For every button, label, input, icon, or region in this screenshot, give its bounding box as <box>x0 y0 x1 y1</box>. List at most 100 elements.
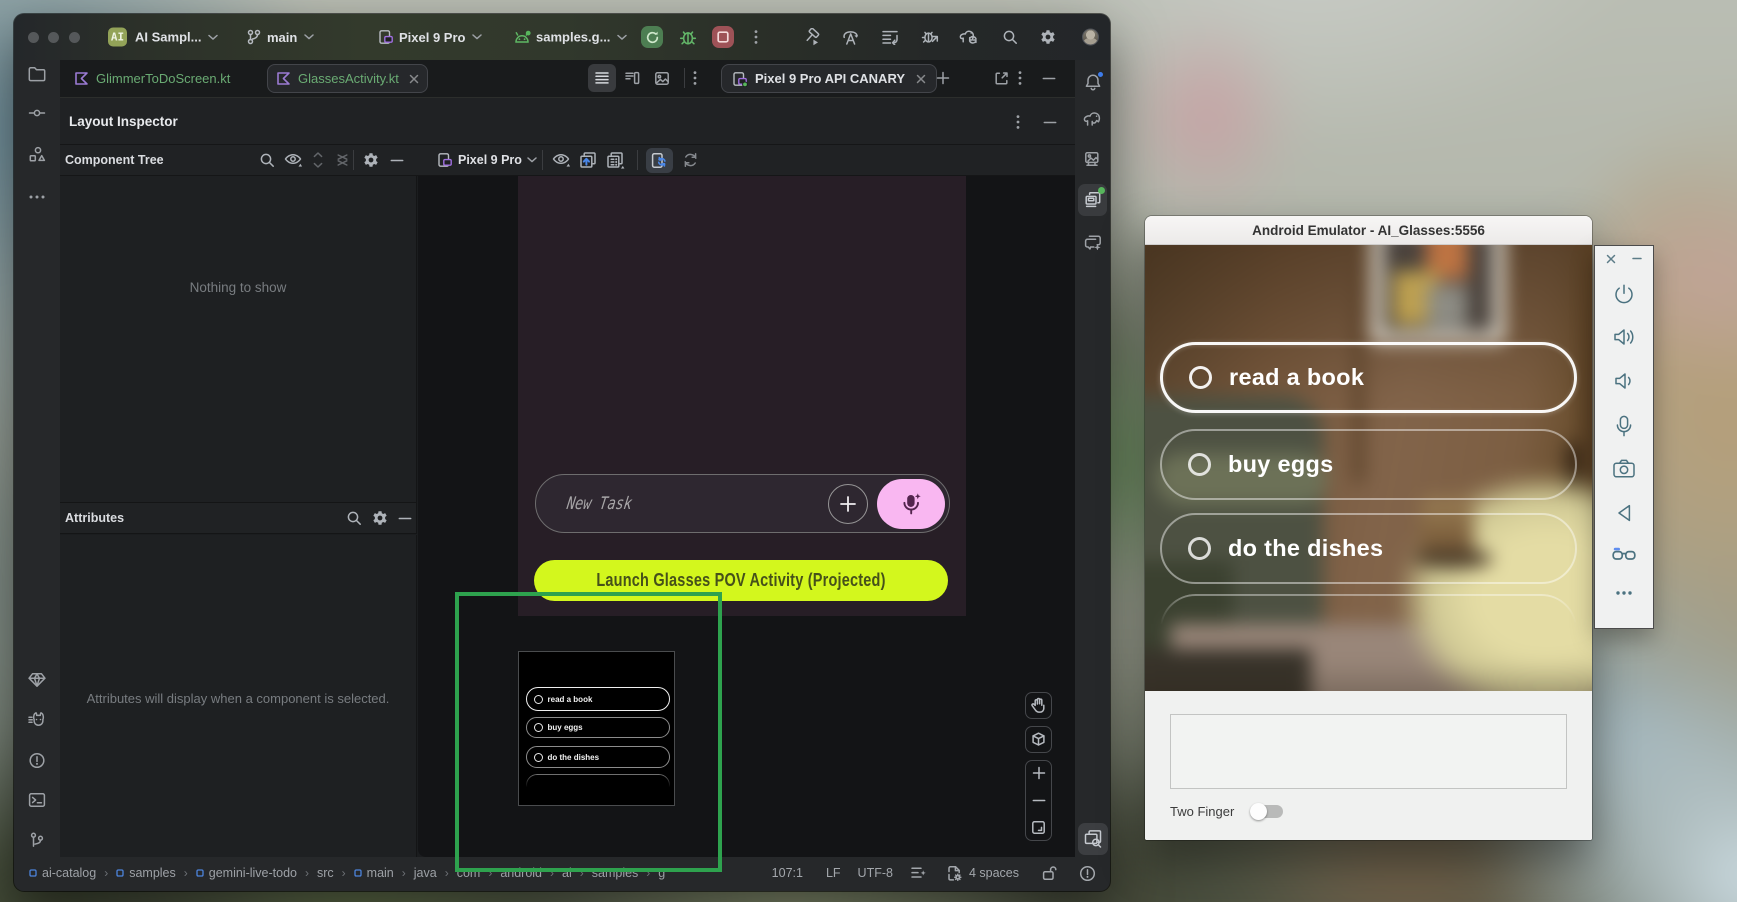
debug-button[interactable] <box>679 29 697 46</box>
two-finger-toggle[interactable] <box>1250 803 1283 820</box>
run-configuration[interactable]: samples.g... <box>513 30 627 45</box>
microphone-button[interactable] <box>1595 414 1653 438</box>
tree-hide-button[interactable] <box>390 159 404 162</box>
view-mode-list-button[interactable] <box>588 64 616 92</box>
resource-manager-tool-button[interactable] <box>28 672 47 693</box>
zoom-button[interactable] <box>69 32 80 43</box>
notifications-button[interactable] <box>1084 73 1102 96</box>
popout-editor-button[interactable] <box>994 71 1009 86</box>
li-refresh-button[interactable] <box>682 152 699 168</box>
stop-button[interactable] <box>712 26 734 48</box>
problems-tool-button[interactable] <box>29 752 46 774</box>
line-separator[interactable]: LF <box>826 866 841 880</box>
emulator-screen[interactable]: read a book buy eggs do the dishes <box>1145 245 1592 691</box>
li-visibility-button[interactable] <box>552 153 571 167</box>
indent-size[interactable]: 4 spaces <box>946 865 1019 882</box>
breadcrumb-item[interactable]: src <box>317 866 334 880</box>
device-tab-close-button[interactable] <box>916 74 926 84</box>
volume-down-button[interactable] <box>1595 370 1653 392</box>
editor-options-button[interactable] <box>693 70 697 86</box>
gemini-chat-tool-button[interactable] <box>1084 233 1102 255</box>
tree-settings-button[interactable] <box>363 152 379 168</box>
view-mode-split-button[interactable] <box>618 64 646 92</box>
more-button[interactable] <box>1595 590 1653 596</box>
traffic-lights[interactable] <box>28 32 80 43</box>
li-options-button[interactable] <box>1016 114 1020 130</box>
rerun-button[interactable] <box>641 26 663 48</box>
vcs-branch-widget[interactable]: main <box>246 29 314 45</box>
project-tool-button[interactable] <box>28 66 47 87</box>
glasses-todo-pill[interactable]: buy eggs <box>1160 429 1577 500</box>
new-tab-button[interactable] <box>936 71 950 85</box>
breadcrumb-item[interactable]: gemini-live-todo <box>196 866 297 880</box>
glasses-todo-pill[interactable]: read a book <box>1160 342 1577 413</box>
emulator-text-input[interactable] <box>1170 714 1567 789</box>
device-tab-options-button[interactable] <box>1018 70 1022 86</box>
tree-visibility-button[interactable] <box>284 153 303 167</box>
camera-button[interactable] <box>1595 458 1653 479</box>
li-export-snapshot-button[interactable] <box>606 151 625 169</box>
tree-search-button[interactable] <box>259 152 275 168</box>
layout-inspector-tool-button[interactable] <box>1084 191 1102 214</box>
snapshot-zoom-button[interactable] <box>1083 829 1102 853</box>
gradle-sync-button[interactable] <box>959 29 980 46</box>
glasses-button[interactable] <box>1595 546 1653 562</box>
commit-tool-button[interactable] <box>28 106 46 124</box>
profiler-tool-button[interactable] <box>28 712 47 732</box>
voice-input-button[interactable] <box>877 479 945 529</box>
zoom-fit-button[interactable] <box>1031 820 1046 835</box>
pan-mode-button[interactable] <box>1025 692 1052 719</box>
view-mode-image-button[interactable] <box>648 64 676 92</box>
indent-config-icon[interactable] <box>910 866 927 880</box>
problems-indicator-icon[interactable] <box>1079 865 1096 882</box>
structure-tool-button[interactable] <box>29 146 46 168</box>
hide-tool-button[interactable] <box>1042 77 1056 80</box>
settings-button[interactable] <box>1040 29 1056 45</box>
tab-glimmertodoscreen[interactable]: GlimmerToDoScreen.kt <box>66 64 238 93</box>
close-button[interactable] <box>28 32 39 43</box>
breadcrumb-item[interactable]: java <box>414 866 437 880</box>
run-more-button[interactable] <box>754 29 758 45</box>
li-hide-button[interactable] <box>1043 121 1057 124</box>
ai-actions-button[interactable] <box>841 29 860 46</box>
toolbar-minimize-icon[interactable] <box>1632 257 1642 264</box>
project-widget[interactable]: AI AI Sampl... <box>108 28 218 47</box>
attr-search-button[interactable] <box>346 510 362 526</box>
running-devices-tool-button[interactable] <box>1084 151 1102 172</box>
rotate-3d-button[interactable] <box>1025 726 1052 753</box>
gradle-tool-button[interactable] <box>1083 111 1103 132</box>
caret-position[interactable]: 107:1 <box>772 866 803 880</box>
build-run-button[interactable] <box>802 28 822 46</box>
breadcrumb-item[interactable]: samples <box>116 866 176 880</box>
zoom-out-button[interactable] <box>1032 799 1046 802</box>
power-button[interactable] <box>1595 282 1653 306</box>
profiler-button[interactable] <box>921 29 940 46</box>
glasses-todo-pill[interactable]: do the dishes <box>1160 513 1577 584</box>
back-button[interactable] <box>1595 502 1653 524</box>
version-control-tool-button[interactable] <box>29 832 45 853</box>
tree-collapse-button[interactable] <box>336 153 349 167</box>
attr-settings-button[interactable] <box>372 510 388 526</box>
device-selector[interactable]: Pixel 9 Pro <box>378 29 482 45</box>
more-tools-button[interactable] <box>29 186 45 204</box>
readonly-toggle-icon[interactable] <box>1041 865 1057 881</box>
terminal-tool-button[interactable] <box>28 792 46 813</box>
tree-expand-button[interactable] <box>312 152 324 168</box>
minimize-button[interactable] <box>48 32 59 43</box>
zoom-in-button[interactable] <box>1032 766 1046 780</box>
li-import-snapshot-button[interactable] <box>579 151 597 169</box>
search-everywhere-button[interactable] <box>1002 29 1018 45</box>
live-updates-toggle[interactable] <box>650 152 668 169</box>
tab-running-device[interactable]: Pixel 9 Pro API CANARY <box>721 64 937 93</box>
li-device-selector[interactable]: Pixel 9 Pro <box>437 152 537 168</box>
volume-up-button[interactable] <box>1595 326 1653 348</box>
tab-close-button[interactable] <box>409 74 419 84</box>
breadcrumb-item[interactable]: ai-catalog <box>29 866 96 880</box>
breadcrumb-item[interactable]: main <box>354 866 394 880</box>
recent-actions-button[interactable] <box>881 29 899 45</box>
file-encoding[interactable]: UTF-8 <box>858 866 893 880</box>
tab-glassesactivity[interactable]: GlassesActivity.kt <box>267 64 428 93</box>
user-avatar[interactable] <box>1082 29 1099 46</box>
attr-hide-button[interactable] <box>398 517 412 520</box>
add-task-button[interactable] <box>828 484 868 524</box>
